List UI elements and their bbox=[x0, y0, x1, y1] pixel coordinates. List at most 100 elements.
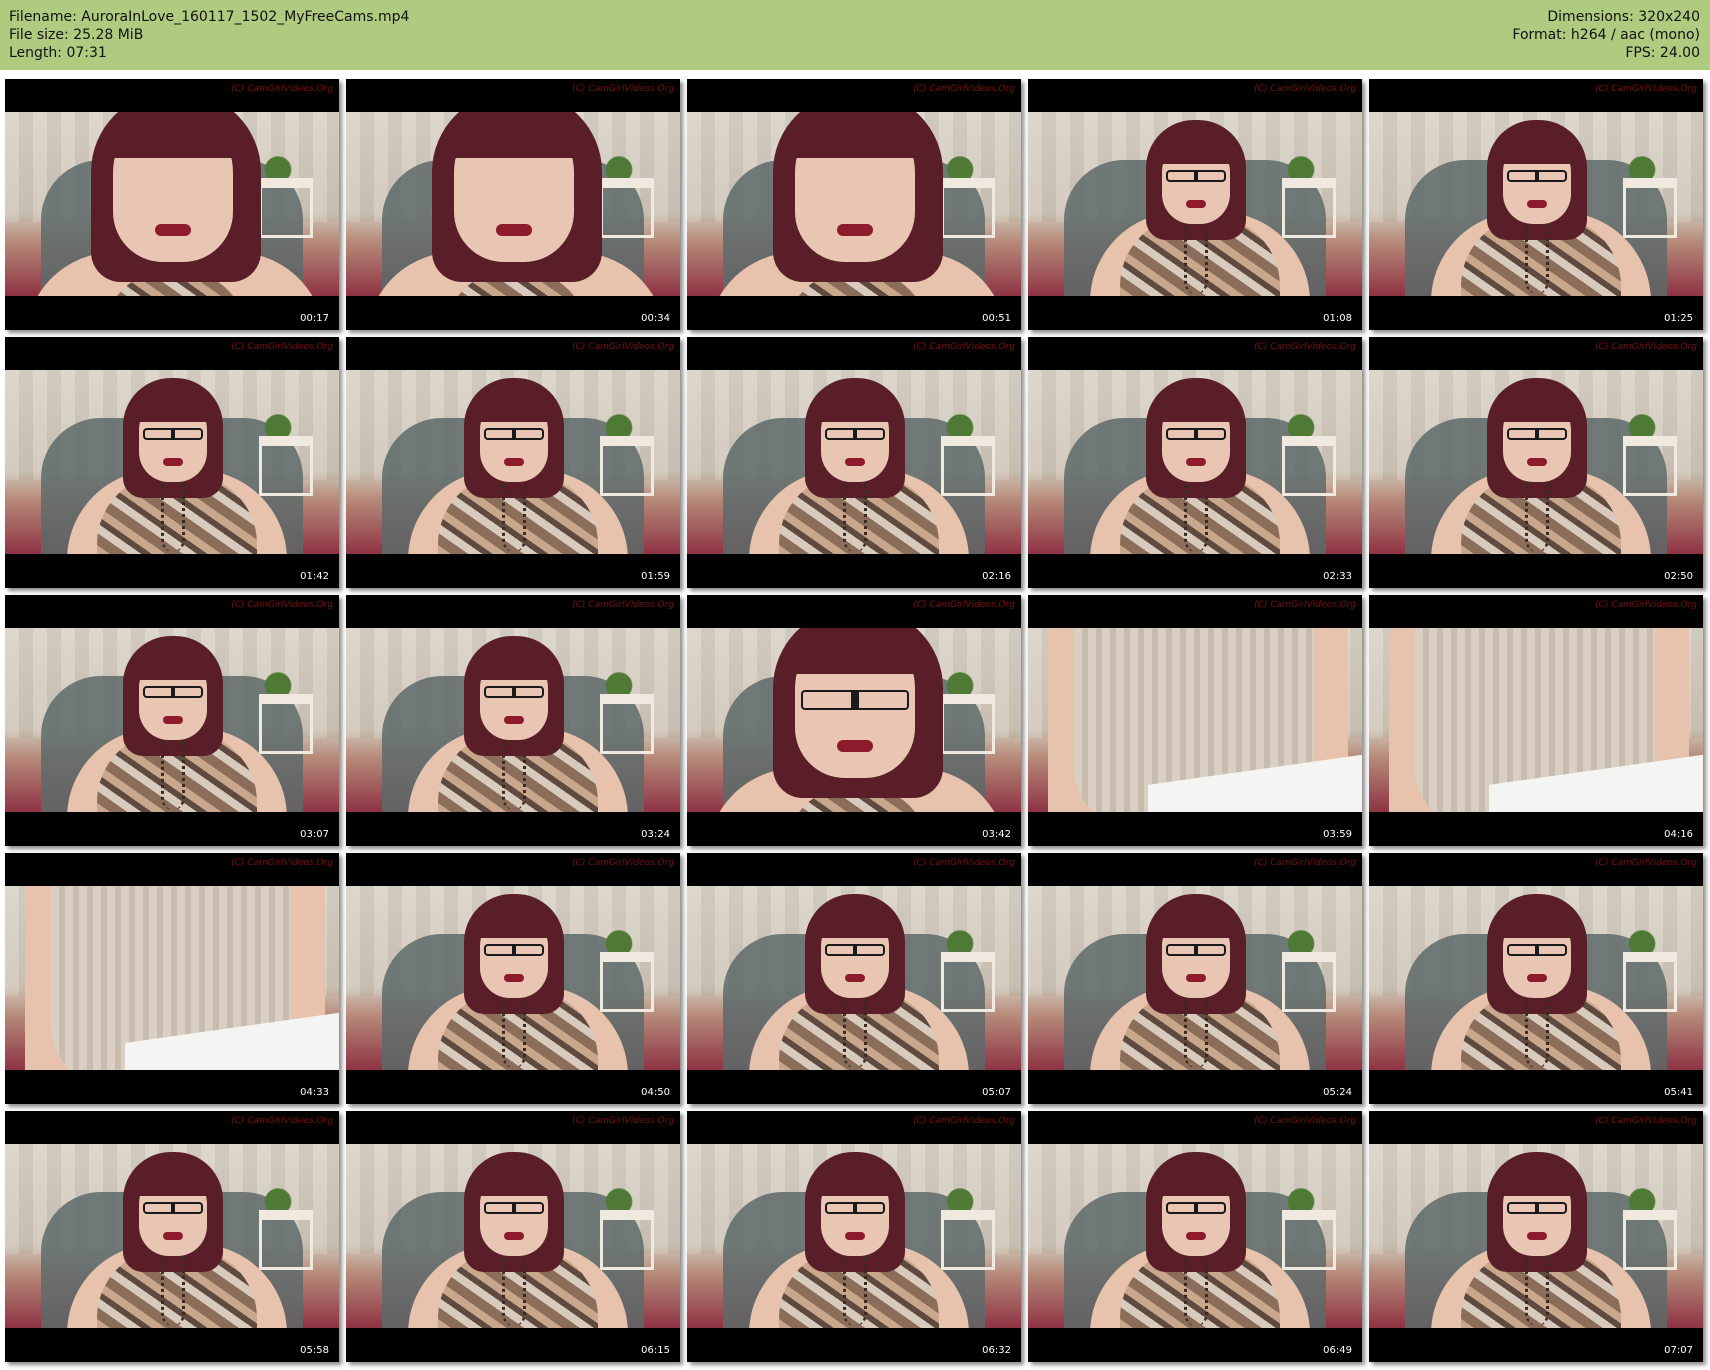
video-frame-image bbox=[5, 370, 339, 554]
video-thumbnail[interactable]: (C) CamGirlVideos.Org 04:50 bbox=[346, 853, 680, 1104]
video-thumbnail[interactable]: (C) CamGirlVideos.Org 05:07 bbox=[687, 853, 1021, 1104]
thumbnail-timestamp: 01:59 bbox=[641, 571, 670, 582]
video-thumbnail[interactable]: (C) CamGirlVideos.Org 03:42 bbox=[687, 595, 1021, 846]
video-frame-image bbox=[1028, 112, 1362, 296]
video-thumbnail[interactable]: (C) CamGirlVideos.Org 00:51 bbox=[687, 79, 1021, 330]
thumbnail-timestamp: 00:17 bbox=[300, 313, 329, 324]
watermark-text: (C) CamGirlVideos.Org bbox=[913, 1116, 1015, 1126]
thumbnail-timestamp: 06:32 bbox=[982, 1345, 1011, 1356]
watermark-text: (C) CamGirlVideos.Org bbox=[231, 600, 333, 610]
thumbnail-grid: (C) CamGirlVideos.Org 00:17 (C) CamGirlVid… bbox=[5, 79, 1703, 1362]
thumbnail-timestamp: 00:34 bbox=[641, 313, 670, 324]
video-frame-image bbox=[346, 112, 680, 296]
video-thumbnail[interactable]: (C) CamGirlVideos.Org 00:17 bbox=[5, 79, 339, 330]
video-thumbnail[interactable]: (C) CamGirlVideos.Org 04:16 bbox=[1369, 595, 1703, 846]
video-frame-image bbox=[346, 1144, 680, 1328]
video-frame-image bbox=[346, 886, 680, 1070]
video-frame-image bbox=[687, 628, 1021, 812]
thumbnail-timestamp: 04:33 bbox=[300, 1087, 329, 1098]
file-info-left: Filename: AuroraInLove_160117_1502_MyFre… bbox=[9, 8, 409, 62]
video-thumbnail[interactable]: (C) CamGirlVideos.Org 01:42 bbox=[5, 337, 339, 588]
video-frame-image bbox=[346, 370, 680, 554]
video-thumbnail[interactable]: (C) CamGirlVideos.Org 03:24 bbox=[346, 595, 680, 846]
watermark-text: (C) CamGirlVideos.Org bbox=[1595, 600, 1697, 610]
watermark-text: (C) CamGirlVideos.Org bbox=[231, 84, 333, 94]
video-thumbnail[interactable]: (C) CamGirlVideos.Org 00:34 bbox=[346, 79, 680, 330]
thumbnail-timestamp: 02:50 bbox=[1664, 571, 1693, 582]
video-frame-image bbox=[1369, 886, 1703, 1070]
video-frame-image bbox=[5, 628, 339, 812]
video-frame-image bbox=[687, 370, 1021, 554]
watermark-text: (C) CamGirlVideos.Org bbox=[231, 1116, 333, 1126]
video-thumbnail[interactable]: (C) CamGirlVideos.Org 06:49 bbox=[1028, 1111, 1362, 1362]
video-thumbnail[interactable]: (C) CamGirlVideos.Org 02:33 bbox=[1028, 337, 1362, 588]
watermark-text: (C) CamGirlVideos.Org bbox=[231, 858, 333, 868]
thumbnail-timestamp: 05:24 bbox=[1323, 1087, 1352, 1098]
video-thumbnail[interactable]: (C) CamGirlVideos.Org 01:59 bbox=[346, 337, 680, 588]
watermark-text: (C) CamGirlVideos.Org bbox=[1595, 84, 1697, 94]
thumbnail-timestamp: 01:25 bbox=[1664, 313, 1693, 324]
watermark-text: (C) CamGirlVideos.Org bbox=[572, 84, 674, 94]
video-frame-image bbox=[1369, 628, 1703, 812]
thumbnail-timestamp: 05:41 bbox=[1664, 1087, 1693, 1098]
video-thumbnail[interactable]: (C) CamGirlVideos.Org 03:07 bbox=[5, 595, 339, 846]
filesize-label: File size: 25.28 MiB bbox=[9, 27, 144, 43]
file-info-header: Filename: AuroraInLove_160117_1502_MyFre… bbox=[0, 0, 1710, 70]
video-frame-image bbox=[5, 1144, 339, 1328]
watermark-text: (C) CamGirlVideos.Org bbox=[1595, 1116, 1697, 1126]
video-thumbnail[interactable]: (C) CamGirlVideos.Org 05:58 bbox=[5, 1111, 339, 1362]
video-thumbnail[interactable]: (C) CamGirlVideos.Org 01:08 bbox=[1028, 79, 1362, 330]
thumbnail-timestamp: 02:16 bbox=[982, 571, 1011, 582]
thumbnail-timestamp: 01:08 bbox=[1323, 313, 1352, 324]
watermark-text: (C) CamGirlVideos.Org bbox=[1254, 342, 1356, 352]
video-frame-image bbox=[1028, 370, 1362, 554]
length-label: Length: 07:31 bbox=[9, 45, 107, 61]
video-thumbnail[interactable]: (C) CamGirlVideos.Org 05:24 bbox=[1028, 853, 1362, 1104]
watermark-text: (C) CamGirlVideos.Org bbox=[913, 600, 1015, 610]
video-thumbnail[interactable]: (C) CamGirlVideos.Org 02:50 bbox=[1369, 337, 1703, 588]
video-frame-image bbox=[1028, 628, 1362, 812]
watermark-text: (C) CamGirlVideos.Org bbox=[572, 600, 674, 610]
thumbnail-timestamp: 03:59 bbox=[1323, 829, 1352, 840]
watermark-text: (C) CamGirlVideos.Org bbox=[913, 84, 1015, 94]
dimensions-label: Dimensions: 320x240 bbox=[1547, 9, 1700, 25]
thumbnail-timestamp: 03:07 bbox=[300, 829, 329, 840]
video-thumbnail[interactable]: (C) CamGirlVideos.Org 06:15 bbox=[346, 1111, 680, 1362]
video-thumbnail[interactable]: (C) CamGirlVideos.Org 02:16 bbox=[687, 337, 1021, 588]
thumbnail-timestamp: 07:07 bbox=[1664, 1345, 1693, 1356]
filename-label: Filename: AuroraInLove_160117_1502_MyFre… bbox=[9, 9, 410, 25]
video-thumbnail[interactable]: (C) CamGirlVideos.Org 05:41 bbox=[1369, 853, 1703, 1104]
watermark-text: (C) CamGirlVideos.Org bbox=[1254, 858, 1356, 868]
video-frame-image bbox=[346, 628, 680, 812]
video-frame-image bbox=[687, 112, 1021, 296]
watermark-text: (C) CamGirlVideos.Org bbox=[913, 858, 1015, 868]
video-frame-image bbox=[5, 112, 339, 296]
thumbnail-timestamp: 04:50 bbox=[641, 1087, 670, 1098]
watermark-text: (C) CamGirlVideos.Org bbox=[572, 858, 674, 868]
watermark-text: (C) CamGirlVideos.Org bbox=[231, 342, 333, 352]
thumbnail-timestamp: 05:58 bbox=[300, 1345, 329, 1356]
thumbnail-timestamp: 03:42 bbox=[982, 829, 1011, 840]
thumbnail-timestamp: 06:49 bbox=[1323, 1345, 1352, 1356]
video-thumbnail[interactable]: (C) CamGirlVideos.Org 03:59 bbox=[1028, 595, 1362, 846]
video-frame-image bbox=[1369, 370, 1703, 554]
thumbnail-timestamp: 01:42 bbox=[300, 571, 329, 582]
video-frame-image bbox=[1028, 1144, 1362, 1328]
video-thumbnail[interactable]: (C) CamGirlVideos.Org 04:33 bbox=[5, 853, 339, 1104]
video-frame-image bbox=[1369, 1144, 1703, 1328]
thumbnail-timestamp: 04:16 bbox=[1664, 829, 1693, 840]
video-thumbnail[interactable]: (C) CamGirlVideos.Org 07:07 bbox=[1369, 1111, 1703, 1362]
video-frame-image bbox=[687, 886, 1021, 1070]
file-info-right: Dimensions: 320x240 Format: h264 / aac (… bbox=[1512, 8, 1700, 62]
fps-label: FPS: 24.00 bbox=[1625, 45, 1700, 61]
watermark-text: (C) CamGirlVideos.Org bbox=[572, 342, 674, 352]
video-frame-image bbox=[1028, 886, 1362, 1070]
video-thumbnail[interactable]: (C) CamGirlVideos.Org 06:32 bbox=[687, 1111, 1021, 1362]
thumbnail-timestamp: 02:33 bbox=[1323, 571, 1352, 582]
watermark-text: (C) CamGirlVideos.Org bbox=[913, 342, 1015, 352]
thumbnail-timestamp: 03:24 bbox=[641, 829, 670, 840]
watermark-text: (C) CamGirlVideos.Org bbox=[1254, 600, 1356, 610]
video-thumbnail[interactable]: (C) CamGirlVideos.Org 01:25 bbox=[1369, 79, 1703, 330]
watermark-text: (C) CamGirlVideos.Org bbox=[1254, 1116, 1356, 1126]
format-label: Format: h264 / aac (mono) bbox=[1512, 27, 1700, 43]
